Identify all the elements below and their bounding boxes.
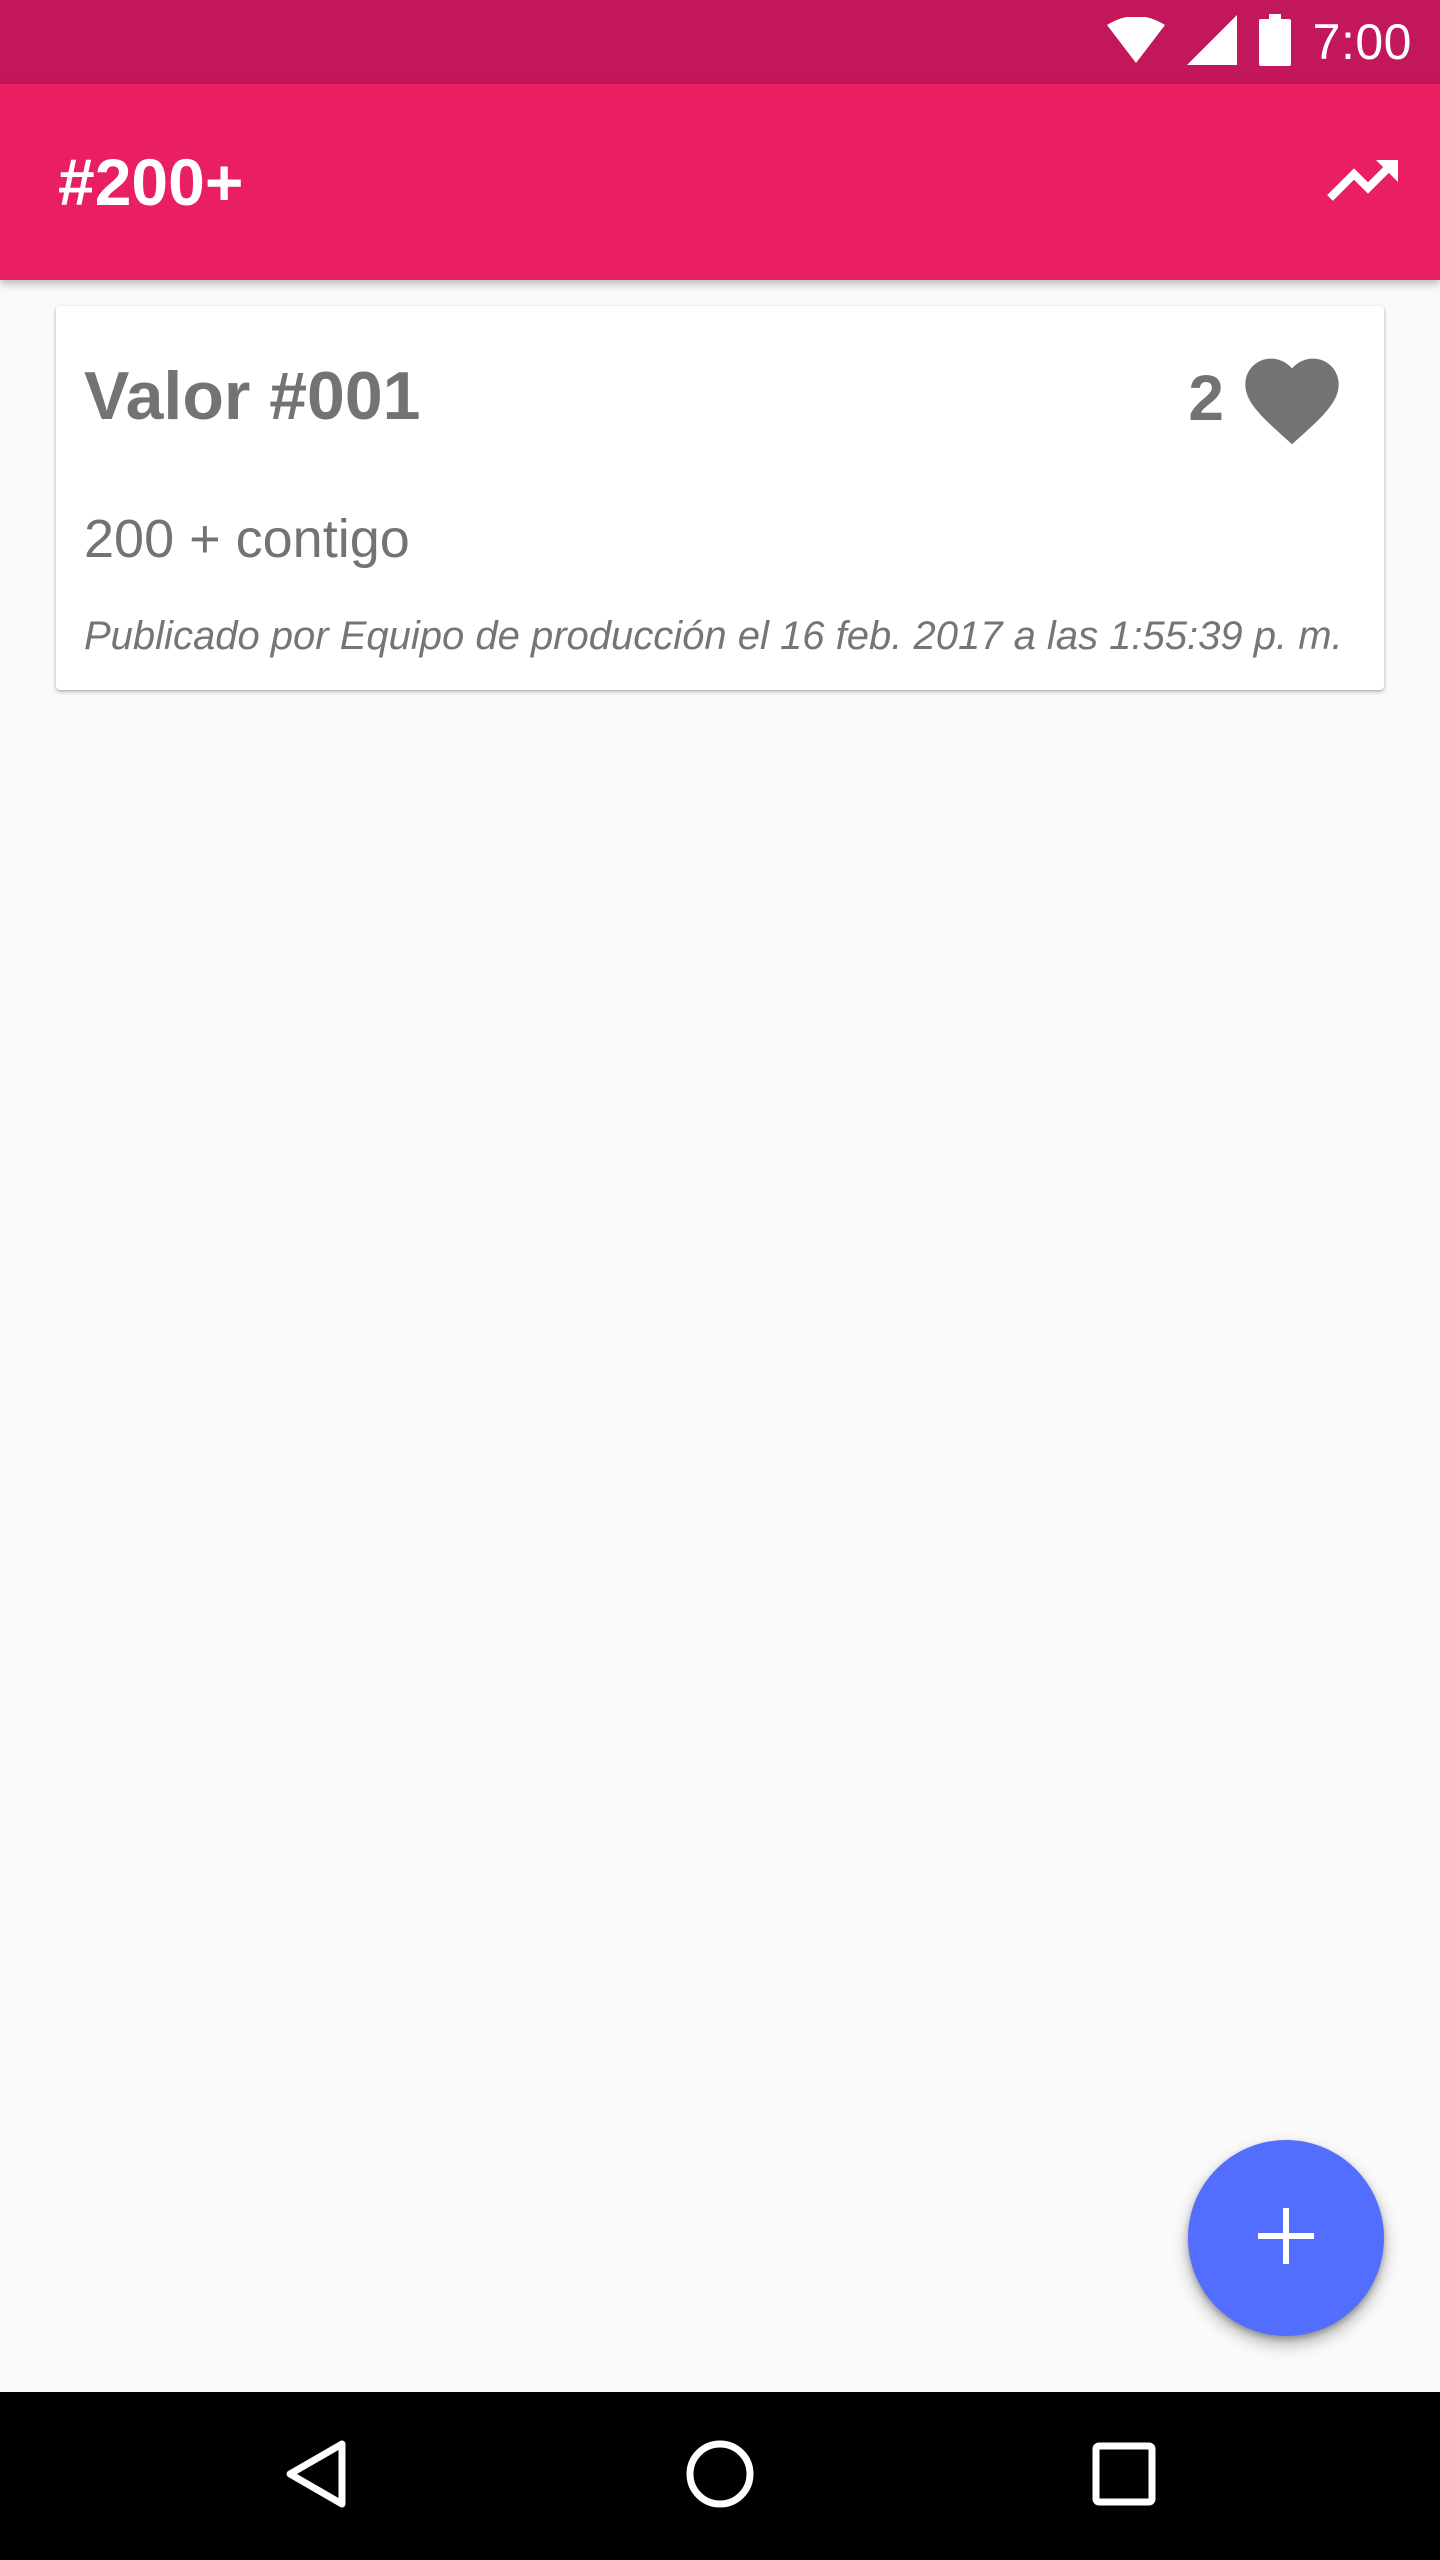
home-icon xyxy=(684,2438,756,2515)
add-button[interactable] xyxy=(1188,2140,1384,2336)
status-time: 7:00 xyxy=(1312,14,1412,70)
card-title: Valor #001 xyxy=(84,358,421,434)
trending-up-icon xyxy=(1326,156,1402,209)
back-button[interactable] xyxy=(264,2424,368,2528)
status-icons: 7:00 xyxy=(1106,0,1412,84)
wifi-icon xyxy=(1106,15,1165,68)
like-button[interactable] xyxy=(1236,344,1348,448)
signal-icon xyxy=(1186,14,1237,70)
app-title: #200+ xyxy=(58,145,244,219)
battery-icon xyxy=(1258,13,1291,71)
post-card[interactable]: Valor #001 2 200 + contigo Publicado por… xyxy=(56,306,1384,690)
card-meta: Publicado por Equipo de producción el 16… xyxy=(84,614,1343,658)
app-bar: #200+ xyxy=(0,84,1440,280)
like-count: 2 xyxy=(1188,362,1224,434)
status-bar: 7:00 xyxy=(0,0,1440,84)
heart-icon xyxy=(1236,358,1348,452)
back-icon xyxy=(284,2438,348,2515)
trending-button[interactable] xyxy=(1316,134,1412,230)
plus-icon xyxy=(1258,2207,1314,2269)
recents-button[interactable] xyxy=(1072,2424,1176,2528)
card-text: 200 + contigo xyxy=(84,509,410,569)
recents-icon xyxy=(1092,2442,1156,2511)
screen: 7:00 #200+ Valor #001 2 200 + contigo Pu… xyxy=(0,0,1440,2560)
navigation-bar xyxy=(0,2392,1440,2560)
home-button[interactable] xyxy=(668,2424,772,2528)
